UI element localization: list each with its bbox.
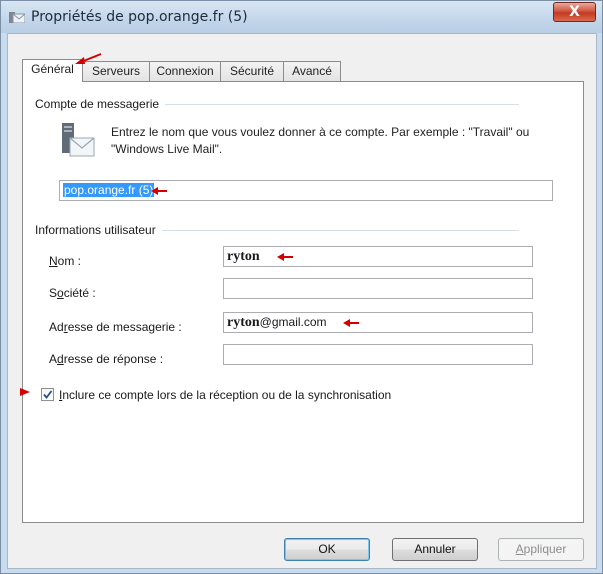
reply-label: Adresse de réponse : <box>49 352 163 366</box>
reply-field[interactable] <box>223 344 533 365</box>
company-label-rest: ciété : <box>63 286 96 300</box>
reply-label-prefix: A <box>49 352 58 366</box>
include-account-label[interactable]: Inclure ce compte lors de la réception o… <box>59 388 391 402</box>
annotation-arrow <box>20 388 30 396</box>
email-field[interactable]: ryton@gmail.com <box>223 312 533 333</box>
checkmark-icon <box>43 390 53 399</box>
email-value-domain: @gmail.com <box>259 315 327 329</box>
name-field[interactable]: ryton <box>223 246 533 267</box>
window-title: Propriétés de pop.orange.fr (5) <box>31 9 248 25</box>
ok-button[interactable]: OK <box>284 538 370 561</box>
account-description: Entrez le nom que vous voulez donner à c… <box>111 125 530 156</box>
mail-account-icon <box>9 12 25 23</box>
close-button[interactable]: X <box>553 2 596 22</box>
cancel-button[interactable]: Annuler <box>392 538 478 561</box>
section-account-title: Compte de messagerie <box>35 97 166 111</box>
name-label-rest: om : <box>57 254 82 268</box>
mail-account-icon <box>62 123 95 157</box>
reply-label-mnemonic: d <box>57 352 64 366</box>
annotation-arrow <box>277 253 293 261</box>
annotation-arrow <box>151 187 167 195</box>
annotation-arrow <box>75 53 102 64</box>
tab-security[interactable]: Sécurité <box>220 61 284 81</box>
company-label: Société : <box>49 286 96 300</box>
name-value: ryton <box>227 249 260 264</box>
account-name-value: pop.orange.fr (5) <box>63 183 155 197</box>
apply-mnemonic: A <box>515 542 524 556</box>
email-label-prefix: Ad <box>49 320 64 334</box>
email-value-user: ryton <box>227 315 260 330</box>
tab-connection[interactable]: Connexion <box>149 61 221 81</box>
tab-panel-general: Compte de messagerie Entrez le nom que v… <box>22 81 584 523</box>
section-user-title: Informations utilisateur <box>35 223 162 237</box>
name-label-mnemonic: N <box>49 254 58 268</box>
apply-button[interactable]: Appliquer <box>498 538 584 561</box>
tab-advanced[interactable]: Avancé <box>283 61 341 81</box>
account-name-field[interactable]: pop.orange.fr (5) <box>59 180 553 201</box>
dialog-client: Général Serveurs Connexion Sécurité Avan… <box>7 33 597 569</box>
reply-label-rest: resse de réponse : <box>63 352 164 366</box>
include-label-rest: nclure ce compte lors de la réception ou… <box>62 388 392 402</box>
include-account-checkbox[interactable] <box>41 388 54 401</box>
company-label-prefix: S <box>49 286 58 300</box>
annotation-arrow <box>343 319 359 327</box>
title-bar[interactable]: Propriétés de pop.orange.fr (5) X <box>1 1 602 33</box>
email-label-rest: esse de messagerie : <box>67 320 182 334</box>
company-label-mnemonic: o <box>57 286 64 300</box>
email-label: Adresse de messagerie : <box>49 320 182 334</box>
name-label: Nom : <box>49 254 81 268</box>
company-field[interactable] <box>223 278 533 299</box>
apply-label-rest: ppliquer <box>523 542 567 556</box>
properties-dialog: Propriétés de pop.orange.fr (5) X Généra… <box>0 0 603 574</box>
